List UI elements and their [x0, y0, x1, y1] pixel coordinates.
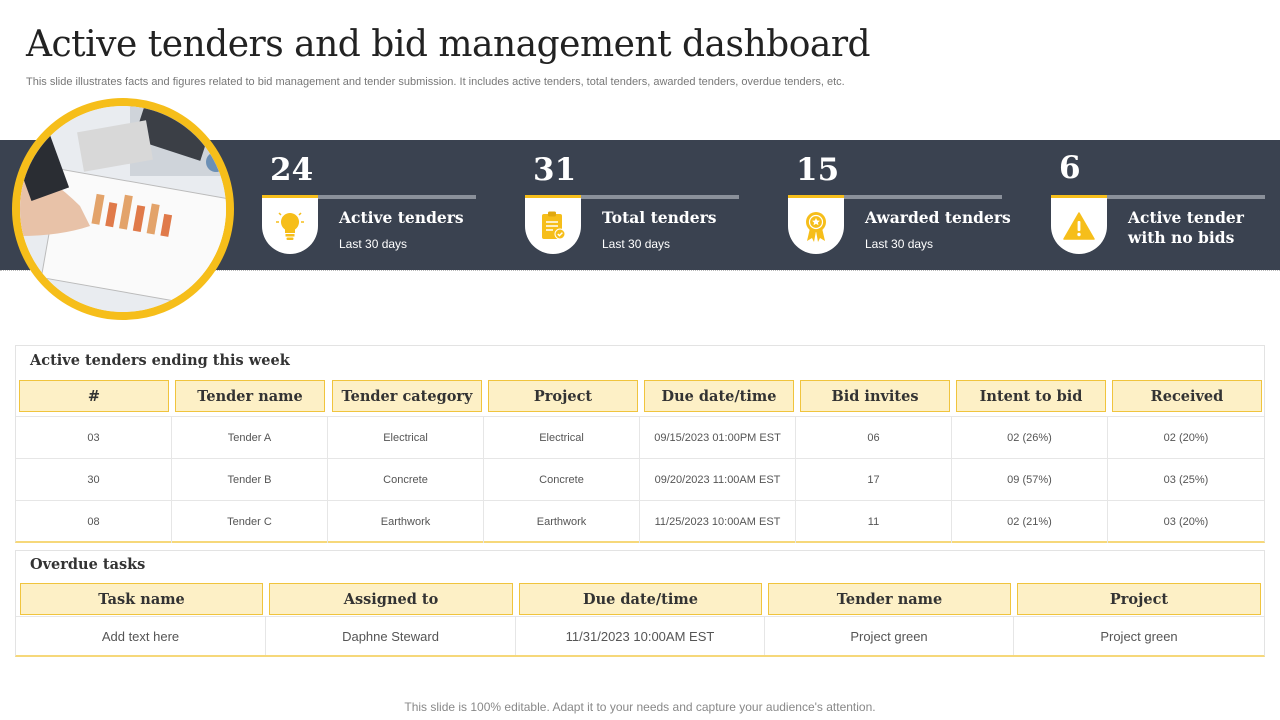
stat-value: 31	[533, 152, 577, 188]
table-cell: Tender C	[172, 501, 328, 543]
table-cell: Electrical	[484, 417, 640, 459]
table-cell: 09 (57%)	[952, 459, 1108, 501]
page-title: Active tenders and bid management dashbo…	[26, 24, 871, 65]
stat-label: Active tenders	[339, 208, 464, 227]
table-header-task-name: Task name	[20, 583, 263, 615]
table-cell: Electrical	[328, 417, 484, 459]
warning-icon	[1063, 212, 1095, 240]
table-cell: Tender B	[172, 459, 328, 501]
table-header-number: #	[19, 380, 169, 412]
table-row: 03 Tender A Electrical Electrical 09/15/…	[16, 416, 1264, 459]
table-header-project: Project	[1017, 583, 1261, 615]
table-cell: Concrete	[328, 459, 484, 501]
dashboard-photo-image	[20, 106, 226, 312]
table-header-intent-to-bid: Intent to bid	[956, 380, 1106, 412]
table-header-tender-name: Tender name	[175, 380, 325, 412]
stat-label: Total tenders	[602, 208, 717, 227]
table-cell: 02 (20%)	[1163, 432, 1209, 444]
page-subtitle: This slide illustrates facts and figures…	[26, 76, 845, 88]
table-header-assigned-to: Assigned to	[269, 583, 513, 615]
table-cell: 11/31/2023 10:00AM EST	[516, 617, 765, 655]
clipboard-check-icon	[542, 211, 566, 240]
stat-awarded-tenders: 15 Awarded tenders Last 30 days	[788, 152, 1038, 262]
table-cell: Tender A	[172, 417, 328, 459]
stat-badge	[788, 198, 844, 254]
active-tenders-panel: Active tenders ending this week # Tender…	[15, 345, 1265, 543]
table-cell: 09/20/2023 11:00AM EST	[640, 459, 796, 501]
table-cell: 03	[16, 417, 172, 459]
panel-title: Active tenders ending this week	[30, 352, 290, 369]
table-row: 08 Tender C Earthwork Earthwork 11/25/20…	[16, 500, 1264, 543]
award-medal-icon	[806, 212, 826, 242]
table-cell: 03 (25%)	[1163, 474, 1209, 486]
stat-sub: Last 30 days	[602, 237, 671, 251]
overdue-tasks-panel: Overdue tasks Task name Assigned to Due …	[15, 550, 1265, 657]
stat-total-tenders: 31 Total tenders Last 30 days	[525, 152, 775, 262]
stat-badge	[262, 198, 318, 254]
table-header-due-date: Due date/time	[644, 380, 794, 412]
stat-value: 15	[796, 152, 840, 188]
table-cell: 09/15/2023 01:00PM EST	[640, 417, 796, 459]
table-row: Add text here Daphne Steward 11/31/2023 …	[16, 616, 1264, 655]
table-cell: Earthwork	[484, 501, 640, 543]
table-cell: 06	[796, 417, 952, 459]
table-header-project: Project	[488, 380, 638, 412]
table-cell: 02 (21%)	[952, 501, 1108, 543]
table-header-bid-invites: Bid invites	[800, 380, 950, 412]
stat-sub: Last 30 days	[865, 237, 934, 251]
photo-circle	[12, 98, 234, 320]
table-cell: 08	[16, 501, 172, 543]
table-cell: 30	[16, 459, 172, 501]
table-header-tender-category: Tender category	[332, 380, 482, 412]
stat-badge	[1051, 198, 1107, 254]
table-cell: Earthwork	[328, 501, 484, 543]
table-cell: Concrete	[484, 459, 640, 501]
table-cell: Project green	[1100, 628, 1178, 644]
stat-label: Active tender	[1128, 208, 1244, 227]
footer-note: This slide is 100% editable. Adapt it to…	[404, 700, 876, 714]
stat-label: Awarded tenders	[865, 208, 1011, 227]
table-cell: Add text here	[16, 617, 266, 655]
table-cell: 02 (26%)	[952, 417, 1108, 459]
table-cell: 11	[796, 501, 952, 543]
stat-label-line2: with no bids	[1128, 228, 1235, 247]
stat-active-no-bids: 6 Active tender with no bids	[1051, 150, 1280, 262]
table-cell: 17	[796, 459, 952, 501]
table-cell: Project green	[765, 617, 1014, 655]
stat-value: 6	[1059, 150, 1081, 186]
table-header-received: Received	[1112, 380, 1262, 412]
panel-title: Overdue tasks	[30, 556, 146, 573]
stat-badge	[525, 198, 581, 254]
stat-sub: Last 30 days	[339, 237, 408, 251]
table-cell: 03 (20%)	[1163, 516, 1209, 528]
table-header-tender-name: Tender name	[768, 583, 1011, 615]
table-cell: Daphne Steward	[266, 617, 516, 655]
table-row: 30 Tender B Concrete Concrete 09/20/2023…	[16, 458, 1264, 501]
table-header-due-date: Due date/time	[519, 583, 762, 615]
stat-active-tenders: 24 Active tenders Last 30 days	[262, 152, 512, 262]
table-cell: 11/25/2023 10:00AM EST	[640, 501, 796, 543]
lightbulb-icon	[276, 212, 304, 240]
stat-value: 24	[270, 152, 314, 188]
